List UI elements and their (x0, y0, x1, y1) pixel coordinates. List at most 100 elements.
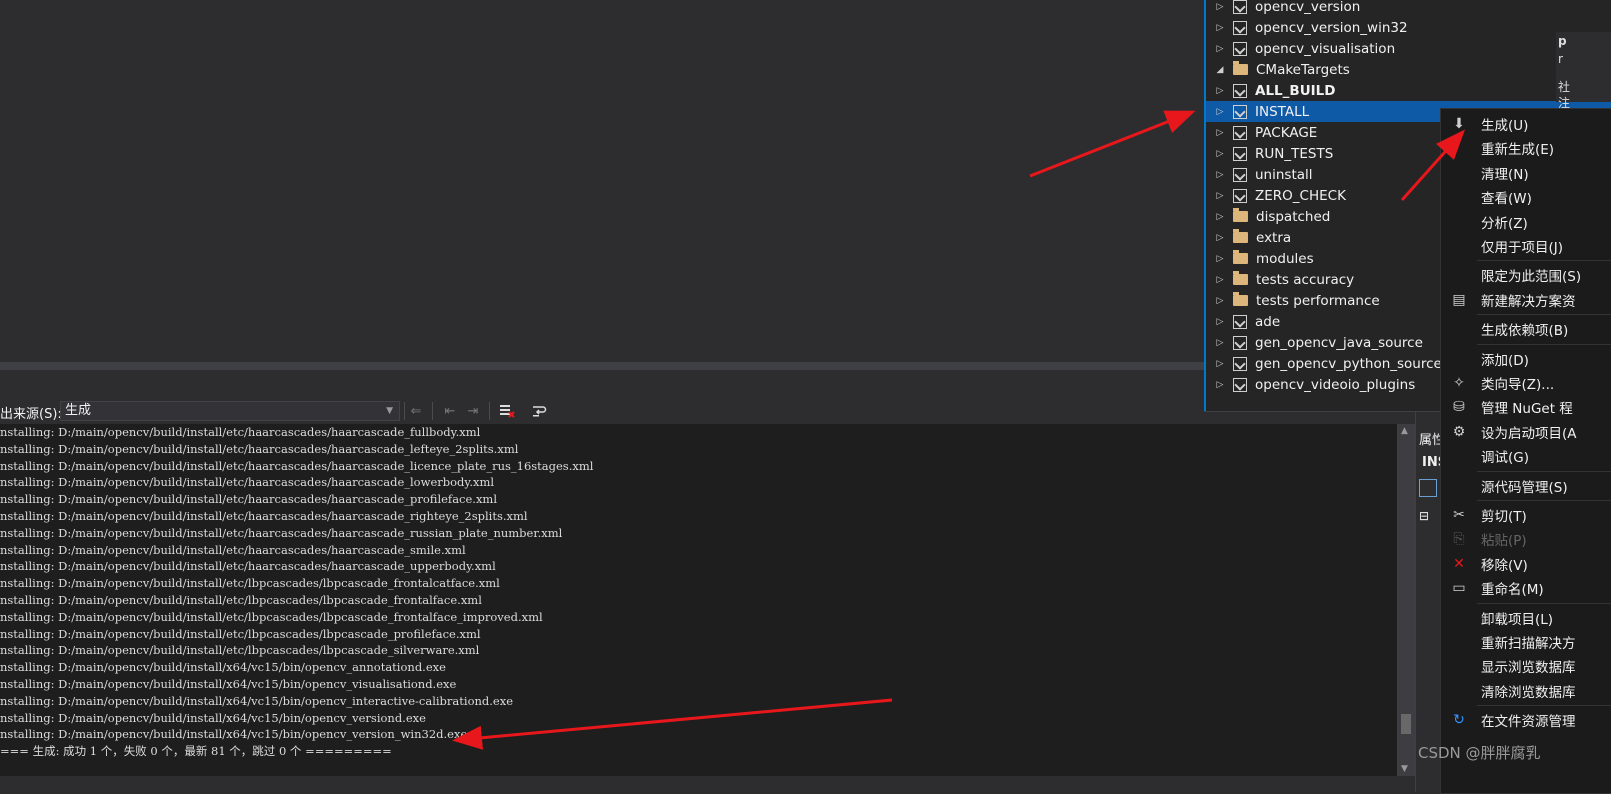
tree-item[interactable]: ▷ PACKAGE (1205, 122, 1318, 143)
output-source-value: 生成 (65, 403, 92, 418)
menu-item-label: 添加(D) (1481, 352, 1529, 369)
tree-item[interactable]: ▷ tests performance (1205, 290, 1380, 311)
tree-item[interactable]: ▷ extra (1205, 227, 1291, 248)
menu-item-label: 调试(G) (1481, 450, 1529, 467)
project-icon (1233, 125, 1247, 140)
menu-item-label: 显示浏览数据库 (1481, 660, 1576, 677)
collapsed-arrow-icon[interactable]: ▷ (1213, 149, 1227, 159)
project-icon (1233, 356, 1247, 371)
context-menu-item[interactable]: ↻ 在文件资源管理 (1441, 708, 1611, 732)
tree-item[interactable]: ▷ uninstall (1205, 164, 1313, 185)
prev-message-icon[interactable]: ⇤ (440, 401, 460, 421)
expanded-arrow-icon[interactable]: ◢ (1213, 65, 1227, 75)
output-text-area[interactable]: nstalling: D:/main/opencv/build/install/… (0, 424, 1397, 776)
context-menu-item[interactable]: ▭ 重命名(M) (1441, 576, 1611, 600)
tree-item[interactable]: ▷ gen_opencv_java_source (1205, 332, 1423, 353)
context-menu-item[interactable]: ✧ 类向导(Z)... (1441, 371, 1611, 395)
tree-item-label: ade (1255, 313, 1281, 330)
collapsed-arrow-icon[interactable]: ▷ (1213, 254, 1227, 264)
context-menu-item[interactable]: 添加(D) (1441, 347, 1611, 371)
collapsed-arrow-icon[interactable]: ▷ (1213, 338, 1227, 348)
clear-all-icon[interactable] (497, 401, 517, 421)
context-menu-item[interactable]: 显示浏览数据库 (1441, 654, 1611, 678)
tree-item[interactable]: ▷ opencv_visualisation (1205, 38, 1396, 59)
scroll-up-icon[interactable]: ▲ (1401, 426, 1408, 436)
context-menu-item[interactable]: ⛁ 管理 NuGet 程 (1441, 395, 1611, 419)
context-menu-item[interactable]: 源代码管理(S) (1441, 474, 1611, 498)
context-menu-item[interactable]: ⚙ 设为启动项目(A (1441, 420, 1611, 444)
collapsed-arrow-icon[interactable]: ▷ (1213, 212, 1227, 222)
collapsed-arrow-icon[interactable]: ▷ (1213, 2, 1227, 12)
build-summary-line: === 生成: 成功 1 个，失败 0 个，最新 81 个，跳过 0 个 ===… (0, 744, 392, 759)
context-menu-item[interactable]: ▤ 新建解决方案资 (1441, 288, 1611, 312)
tree-item[interactable]: ▷ modules (1205, 248, 1314, 269)
menu-item-label: 查看(W) (1481, 191, 1532, 208)
collapsed-arrow-icon[interactable]: ▷ (1213, 107, 1227, 117)
context-menu-item[interactable]: 限定为此范围(S) (1441, 263, 1611, 287)
output-source-label: 出来源(S): (0, 407, 62, 422)
context-menu-item[interactable]: 重新生成(E) (1441, 136, 1611, 160)
tree-item[interactable]: ▷ opencv_version (1205, 0, 1360, 17)
context-menu-item[interactable]: 清理(N) (1441, 161, 1611, 185)
collapsed-arrow-icon[interactable]: ▷ (1213, 128, 1227, 138)
collapsed-arrow-icon[interactable]: ▷ (1213, 44, 1227, 54)
menu-item-label: 卸载项目(L) (1481, 611, 1554, 628)
tree-item[interactable]: ▷ ZERO_CHECK (1205, 185, 1346, 206)
next-message-icon[interactable]: ⇥ (463, 401, 483, 421)
collapsed-arrow-icon[interactable]: ▷ (1213, 296, 1227, 306)
context-menu-item[interactable]: 查看(W) (1441, 185, 1611, 209)
right-strip-text: 社 (1558, 80, 1571, 94)
collapsed-arrow-icon[interactable]: ▷ (1213, 23, 1227, 33)
context-menu-item[interactable]: 生成依赖项(B) (1441, 317, 1611, 341)
scroll-thumb[interactable] (1401, 714, 1411, 734)
context-menu-item[interactable]: ✕ 移除(V) (1441, 552, 1611, 576)
tree-item[interactable]: ▷ ALL_BUILD (1205, 80, 1336, 101)
tree-item[interactable]: ▷ dispatched (1205, 206, 1330, 227)
collapsed-arrow-icon[interactable]: ▷ (1213, 359, 1227, 369)
tree-item[interactable]: ▷ RUN_TESTS (1205, 143, 1334, 164)
output-line: nstalling: D:/main/opencv/build/install/… (0, 626, 481, 641)
categorized-icon[interactable] (1419, 479, 1437, 497)
output-line: nstalling: D:/main/opencv/build/install/… (0, 710, 426, 725)
collapsed-arrow-icon[interactable]: ▷ (1213, 275, 1227, 285)
scroll-down-icon[interactable]: ▼ (1401, 764, 1408, 774)
context-menu-item[interactable]: ✂ 剪切(T) (1441, 503, 1611, 527)
find-message-icon[interactable]: ⇐ (406, 401, 426, 421)
context-menu-item[interactable]: 调试(G) (1441, 444, 1611, 468)
context-menu-item[interactable]: ⬇ 生成(U) (1441, 112, 1611, 136)
context-menu-item[interactable]: 分析(Z) (1441, 210, 1611, 234)
word-wrap-icon[interactable] (529, 401, 549, 421)
collapsed-arrow-icon[interactable]: ▷ (1213, 170, 1227, 180)
gear-icon: ⚙ (1452, 423, 1466, 440)
menu-item-label: 设为启动项目(A (1481, 425, 1577, 442)
tree-item-label: opencv_version_win32 (1255, 19, 1408, 36)
collapse-icon[interactable]: ⊟ (1419, 509, 1429, 523)
tree-item-label: opencv_visualisation (1255, 40, 1396, 57)
context-menu-item[interactable]: 卸载项目(L) (1441, 606, 1611, 630)
context-menu-item[interactable]: 重新扫描解决方 (1441, 630, 1611, 654)
output-source-select[interactable]: 生成 ▼ (60, 401, 400, 421)
collapsed-arrow-icon[interactable]: ▷ (1213, 86, 1227, 96)
collapsed-arrow-icon[interactable]: ▷ (1213, 317, 1227, 327)
menu-separator (1477, 470, 1611, 472)
menu-item-label: 重新生成(E) (1481, 142, 1555, 159)
tree-item[interactable]: ▷ opencv_videoio_plugins (1205, 374, 1416, 395)
tree-item[interactable]: ▷ tests accuracy (1205, 269, 1354, 290)
panel-splitter[interactable] (0, 362, 1204, 370)
collapsed-arrow-icon[interactable]: ▷ (1213, 380, 1227, 390)
tree-item-label: extra (1256, 229, 1292, 246)
collapsed-arrow-icon[interactable]: ▷ (1213, 191, 1227, 201)
tree-item-label: uninstall (1255, 166, 1313, 183)
collapsed-arrow-icon[interactable]: ▷ (1213, 233, 1227, 243)
context-menu-item[interactable]: 仅用于项目(J) (1441, 234, 1611, 258)
project-icon (1233, 188, 1247, 203)
context-menu-item[interactable]: 清除浏览数据库 (1441, 679, 1611, 703)
tree-item[interactable]: ▷ ade (1205, 311, 1281, 332)
tree-item[interactable]: ▷ gen_opencv_python_source (1205, 353, 1442, 374)
tree-item[interactable]: ▷ opencv_version_win32 (1205, 17, 1408, 38)
folder-icon (1233, 229, 1248, 243)
project-icon (1233, 41, 1247, 56)
tree-item[interactable]: ◢ CMakeTargets (1205, 59, 1350, 80)
output-scrollbar[interactable]: ▲ ▼ (1397, 424, 1415, 776)
toolbar-separator (489, 402, 490, 420)
